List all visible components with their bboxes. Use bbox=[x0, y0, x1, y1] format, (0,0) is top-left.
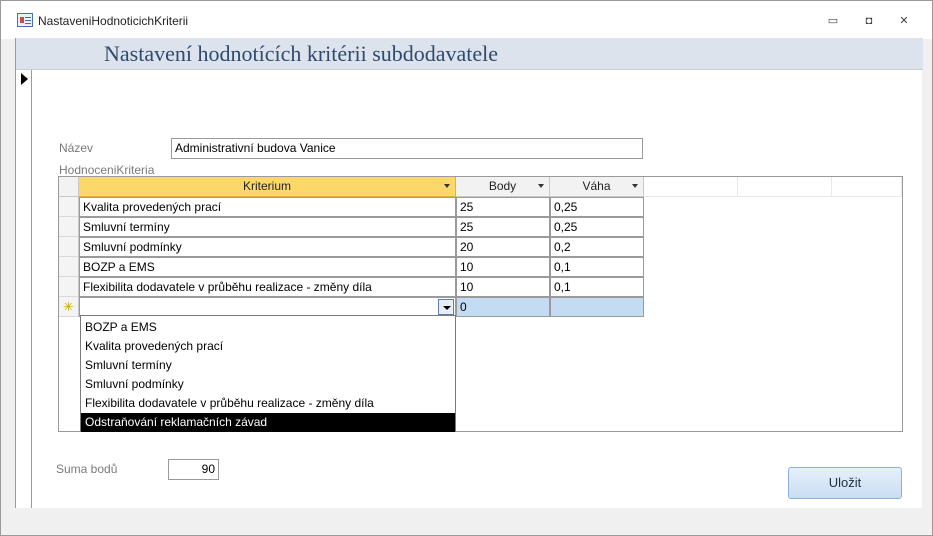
row-selector[interactable] bbox=[59, 277, 79, 297]
dropdown-option[interactable]: Smluvní termíny bbox=[81, 356, 455, 375]
sort-dropdown-icon[interactable] bbox=[444, 184, 450, 188]
column-header-label: Body bbox=[488, 179, 517, 193]
form-header: Nastavení hodnotících kritérii subdodava… bbox=[16, 38, 923, 70]
dropdown-option[interactable]: Flexibilita dodavatele v průběhu realiza… bbox=[81, 394, 455, 413]
sort-dropdown-icon[interactable] bbox=[632, 184, 638, 188]
current-record-arrow-icon bbox=[21, 73, 28, 85]
column-header-vaha[interactable]: Váha bbox=[550, 177, 644, 197]
chevron-down-icon[interactable] bbox=[438, 299, 454, 315]
vaha-cell[interactable]: 0,25 bbox=[550, 197, 644, 217]
column-header-kriterium[interactable]: Kriterium bbox=[79, 177, 456, 197]
title-bar: NastaveniHodnoticichKriterii ▭ ◘ ✕ bbox=[1, 1, 932, 39]
dropdown-option[interactable]: BOZP a EMS bbox=[81, 318, 455, 337]
column-header-label: Kriterium bbox=[242, 179, 291, 193]
row-selector[interactable] bbox=[59, 217, 79, 237]
name-label: Název bbox=[59, 141, 94, 155]
body-cell[interactable]: 25 bbox=[456, 197, 550, 217]
access-form-window: NastaveniHodnoticichKriterii ▭ ◘ ✕ Nasta… bbox=[0, 0, 933, 536]
column-header-body[interactable]: Body bbox=[456, 177, 550, 197]
body-cell[interactable]: 25 bbox=[456, 217, 550, 237]
empty-header bbox=[738, 177, 832, 197]
form-icon bbox=[17, 13, 33, 27]
select-all-corner[interactable] bbox=[59, 177, 79, 197]
new-record-icon[interactable]: ✳ bbox=[59, 297, 79, 317]
dropdown-option[interactable]: Kvalita provedených prací bbox=[81, 337, 455, 356]
kriterium-cell[interactable]: Smluvní termíny bbox=[79, 217, 456, 237]
restore-button[interactable]: ◘ bbox=[859, 13, 879, 29]
kriterium-cell[interactable]: Flexibilita dodavatele v průběhu realiza… bbox=[79, 277, 456, 297]
kriterium-cell[interactable]: Kvalita provedených prací bbox=[79, 197, 456, 217]
dropdown-option-highlighted[interactable]: Odstraňování reklamačních závad bbox=[81, 413, 455, 432]
body-cell[interactable]: 20 bbox=[456, 237, 550, 257]
row-selector[interactable] bbox=[59, 237, 79, 257]
body-cell[interactable]: 10 bbox=[456, 277, 550, 297]
minimize-button[interactable]: ▭ bbox=[823, 13, 843, 29]
kriterium-cell[interactable]: Smluvní podmínky bbox=[79, 237, 456, 257]
kriterium-combo[interactable] bbox=[79, 297, 456, 317]
body-cell[interactable]: 10 bbox=[456, 257, 550, 277]
window-title: NastaveniHodnoticichKriterii bbox=[38, 14, 189, 28]
save-button[interactable]: Uložit bbox=[788, 467, 902, 499]
sum-field: 90 bbox=[168, 459, 219, 480]
subform-label: HodnoceniKriteria bbox=[59, 163, 155, 177]
body-cell[interactable]: 0 bbox=[456, 297, 550, 317]
sort-dropdown-icon[interactable] bbox=[538, 184, 544, 188]
empty-header bbox=[644, 177, 738, 197]
form-heading: Nastavení hodnotících kritérii subdodava… bbox=[104, 41, 499, 66]
row-selector[interactable] bbox=[59, 257, 79, 277]
vaha-cell[interactable]: 0,1 bbox=[550, 277, 644, 297]
vaha-cell[interactable]: 0,25 bbox=[550, 217, 644, 237]
vaha-cell[interactable]: 0,2 bbox=[550, 237, 644, 257]
name-field[interactable]: Administrativní budova Vanice bbox=[171, 138, 643, 159]
dropdown-option[interactable]: Smluvní podmínky bbox=[81, 375, 455, 394]
kriterium-dropdown-list: BOZP a EMS Kvalita provedených prací Sml… bbox=[80, 315, 456, 432]
sum-label: Suma bodů bbox=[56, 462, 118, 476]
vaha-cell[interactable]: 0,1 bbox=[550, 257, 644, 277]
vaha-cell[interactable] bbox=[550, 297, 644, 317]
kriterium-cell[interactable]: BOZP a EMS bbox=[79, 257, 456, 277]
column-header-label: Váha bbox=[582, 179, 611, 193]
close-button[interactable]: ✕ bbox=[894, 13, 914, 29]
row-selector[interactable] bbox=[59, 197, 79, 217]
empty-header bbox=[832, 177, 902, 197]
record-selector[interactable] bbox=[16, 70, 32, 508]
